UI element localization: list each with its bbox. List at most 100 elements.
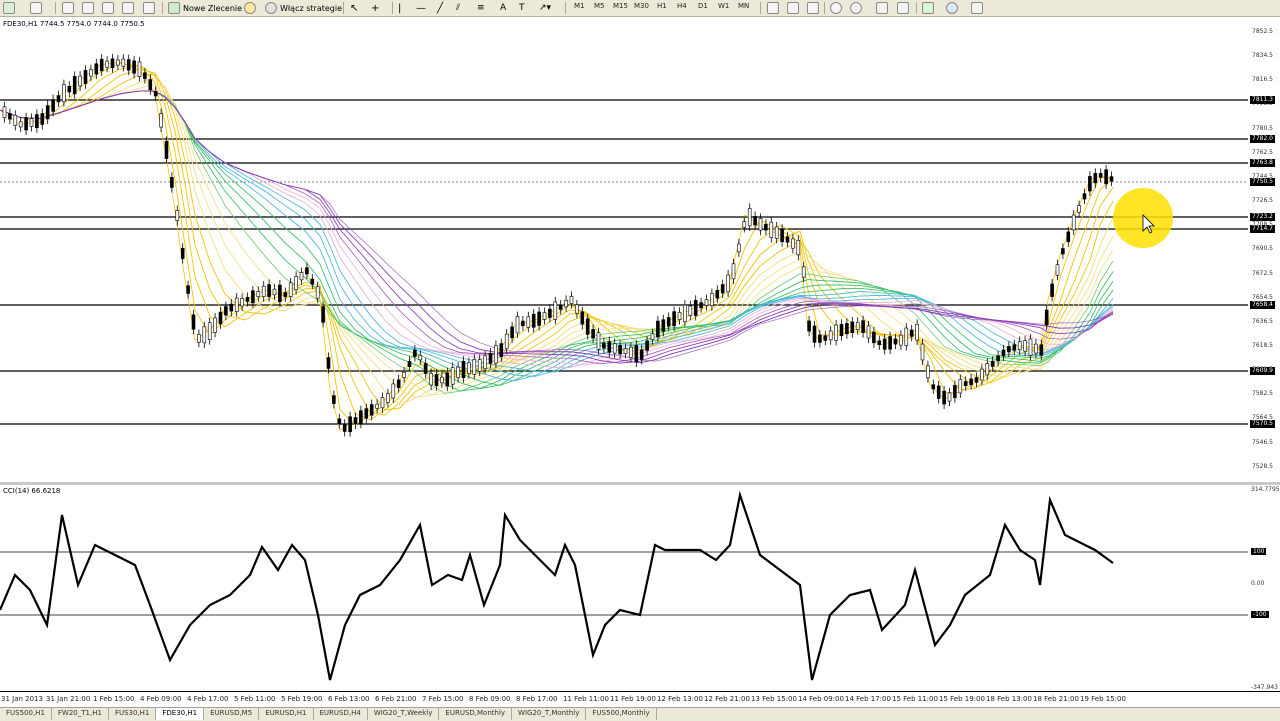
- timeframe-m5[interactable]: M5: [594, 2, 605, 10]
- candle-body: [737, 243, 741, 253]
- candle-body: [121, 58, 126, 67]
- experts-button[interactable]: [244, 1, 256, 15]
- crosshair-tool-button[interactable]: +: [371, 1, 379, 15]
- time-tick-label: 8 Feb 09:00: [469, 695, 511, 703]
- vertical-line-button[interactable]: |: [398, 1, 401, 15]
- time-tick-label: 7 Feb 15:00: [422, 695, 464, 703]
- fibonacci-button[interactable]: ≡: [477, 1, 485, 15]
- candle-body: [710, 293, 714, 307]
- chart-tab[interactable]: FUS500,H1: [0, 708, 52, 720]
- candle-body: [823, 335, 828, 341]
- candle-body: [920, 343, 925, 361]
- magnifier-icon: [143, 2, 155, 14]
- enable-strategies-button[interactable]: Włącz strategie: [265, 1, 342, 15]
- market-watch-button[interactable]: [62, 1, 74, 15]
- candle-body: [488, 352, 493, 364]
- tester-button[interactable]: [122, 1, 134, 15]
- candle-body: [1104, 169, 1108, 185]
- candle-body: [963, 381, 968, 386]
- chart-tab[interactable]: FDE30,H1: [156, 708, 205, 720]
- chart-tab[interactable]: FUS500,Monthly: [586, 708, 657, 720]
- cci-axis: 314.7795 100 0.00 -100 -347.943: [1248, 485, 1280, 691]
- candle-body: [207, 322, 212, 340]
- candle-body: [666, 317, 671, 327]
- chart-tab[interactable]: FUS30,H1: [109, 708, 157, 720]
- zoom-button[interactable]: [143, 1, 155, 15]
- candle-body: [380, 397, 385, 409]
- cci-panel[interactable]: CCI(14) 66.6218: [0, 485, 1249, 691]
- candle-body: [483, 355, 487, 370]
- zoom-out-button[interactable]: [850, 1, 862, 15]
- text-button[interactable]: A: [500, 1, 506, 15]
- moving-average-line: [0, 83, 1114, 398]
- horizontal-line-button[interactable]: —: [416, 1, 426, 15]
- price-chart[interactable]: FDE30,H1 7744.5 7754.0 7744.0 7750.5: [0, 17, 1249, 482]
- timeframe-m30[interactable]: M30: [634, 2, 649, 10]
- arrows-button[interactable]: ↗▾: [539, 1, 551, 15]
- candle-body: [504, 333, 509, 349]
- autoscroll-button[interactable]: [876, 1, 888, 15]
- price-tick-label: 7528.5: [1252, 462, 1273, 470]
- candle-body: [656, 320, 660, 338]
- timeframe-w1[interactable]: W1: [718, 2, 729, 10]
- candle-body: [936, 385, 941, 399]
- profiles-button[interactable]: [30, 1, 42, 15]
- candlestick-button[interactable]: [787, 1, 799, 15]
- candle-body: [769, 221, 774, 238]
- line-chart-button[interactable]: [807, 1, 819, 15]
- terminal-button[interactable]: [102, 1, 114, 15]
- new-chart-button[interactable]: [3, 1, 15, 15]
- candle-body: [537, 311, 541, 326]
- enable-strategies-label: Włącz strategie: [280, 3, 343, 13]
- time-tick-label: 4 Feb 17:00: [187, 695, 229, 703]
- candle-body: [110, 58, 115, 69]
- moving-average-line: [0, 77, 1114, 406]
- timeframe-m1[interactable]: M1: [574, 2, 585, 10]
- candle-body: [720, 284, 725, 294]
- label-button[interactable]: T: [519, 1, 525, 15]
- crosshair-icon: +: [371, 2, 380, 14]
- timeframe-m15[interactable]: M15: [613, 2, 628, 10]
- price-tick-label: 7762.5: [1252, 148, 1273, 156]
- chart-shift-button[interactable]: [897, 1, 909, 15]
- price-tick-label: 7780.5: [1252, 124, 1273, 132]
- chart-tab[interactable]: EURUSD,Monthly: [439, 708, 513, 720]
- chart-tab[interactable]: EURUSD,H1: [259, 708, 314, 720]
- moving-average-line: [0, 90, 1114, 394]
- channel-button[interactable]: ⫽: [456, 1, 460, 15]
- chart-tab[interactable]: FW20_T1,H1: [52, 708, 109, 720]
- candle-body: [94, 63, 99, 75]
- timeframe-h1[interactable]: H1: [657, 2, 667, 10]
- time-tick-label: 8 Feb 17:00: [516, 695, 558, 703]
- indicators-button[interactable]: [922, 1, 934, 15]
- candle-body: [245, 297, 250, 302]
- chart-tab[interactable]: EURUSD,H4: [314, 708, 368, 720]
- candle-body: [548, 308, 552, 318]
- trendline-icon: ╱: [437, 2, 444, 14]
- time-tick-label: 31 Jan 2013: [1, 695, 43, 703]
- candle-body: [288, 282, 293, 297]
- price-tick-label: 7636.5: [1252, 317, 1273, 325]
- bar-chart-button[interactable]: [767, 1, 779, 15]
- navigator-button[interactable]: [82, 1, 94, 15]
- timeframe-h4[interactable]: H4: [677, 2, 687, 10]
- candle-body: [461, 360, 466, 379]
- trendline-button[interactable]: ╱: [437, 1, 443, 15]
- chart-tab[interactable]: EURUSD,M5: [204, 708, 260, 720]
- candle-body: [234, 297, 239, 313]
- chart-tab[interactable]: WIG20_T,Weekly: [368, 708, 440, 720]
- candle-body: [137, 61, 142, 77]
- level-price-label: 7811.3: [1250, 96, 1275, 104]
- level-price-label: 7750.5: [1250, 178, 1275, 186]
- label-icon: T: [519, 3, 525, 13]
- timeframe-mn[interactable]: MN: [738, 2, 749, 10]
- candle-body: [148, 79, 153, 91]
- price-tick-label: 7816.5: [1252, 76, 1273, 84]
- chart-tab[interactable]: WIG20_T,Monthly: [512, 708, 587, 720]
- templates-button[interactable]: [971, 1, 983, 15]
- new-order-button[interactable]: Nowe Zlecenie: [168, 1, 242, 15]
- timeframe-d1[interactable]: D1: [698, 2, 708, 10]
- cursor-tool-button[interactable]: ↖: [350, 1, 358, 15]
- periods-button[interactable]: [946, 1, 958, 15]
- zoom-in-button[interactable]: [830, 1, 842, 15]
